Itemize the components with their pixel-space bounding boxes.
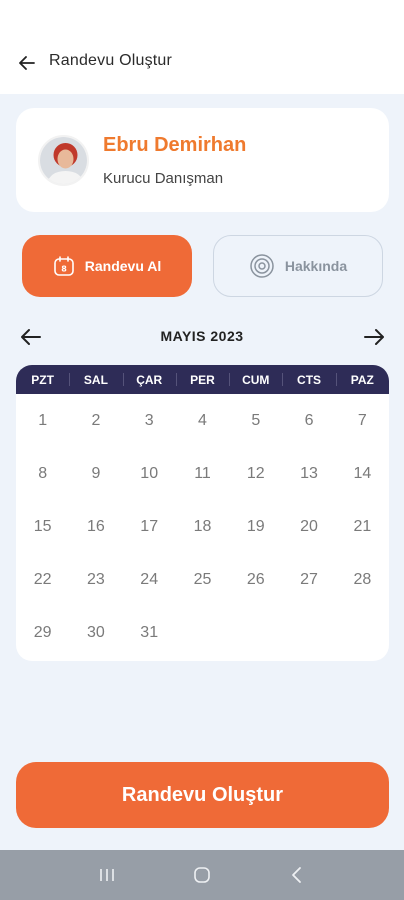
- arrow-right-icon: [364, 329, 384, 345]
- weekday-label: ÇAR: [122, 365, 176, 394]
- weekday-header: PZT SAL ÇAR PER CUM CTS PAZ: [16, 365, 389, 394]
- calendar-day[interactable]: 21: [336, 500, 389, 553]
- system-navigation-bar: [0, 850, 404, 900]
- calendar-day[interactable]: 16: [69, 500, 122, 553]
- calendar-day[interactable]: 14: [336, 447, 389, 500]
- consultant-profile-card: Ebru Demirhan Kurucu Danışman: [16, 108, 389, 212]
- info-icon: [250, 254, 274, 278]
- calendar-day[interactable]: 12: [229, 447, 282, 500]
- calendar-day[interactable]: 11: [176, 447, 229, 500]
- weekday-label: SAL: [69, 365, 122, 394]
- weekday-label: PER: [175, 365, 229, 394]
- calendar-day[interactable]: 25: [176, 553, 229, 606]
- calendar-day[interactable]: 8: [16, 447, 69, 500]
- recents-icon: [100, 869, 115, 881]
- calendar-day[interactable]: 27: [282, 553, 335, 606]
- calendar-day[interactable]: 19: [229, 500, 282, 553]
- next-month-button[interactable]: [361, 326, 387, 348]
- calendar-day[interactable]: 15: [16, 500, 69, 553]
- day-grid: 1 2 3 4 5 6 7 8 9 10 11 12 13 14 15 16 1…: [16, 394, 389, 659]
- calendar-day[interactable]: 1: [16, 394, 69, 447]
- calendar-icon: 8: [53, 256, 74, 276]
- calendar-day[interactable]: 17: [123, 500, 176, 553]
- calendar-day[interactable]: 9: [69, 447, 122, 500]
- calendar-day[interactable]: 4: [176, 394, 229, 447]
- calendar-day[interactable]: 29: [16, 606, 69, 659]
- calendar-day[interactable]: 3: [123, 394, 176, 447]
- calendar: PZT SAL ÇAR PER CUM CTS PAZ 1 2 3 4 5 6 …: [16, 365, 389, 661]
- calendar-day[interactable]: 18: [176, 500, 229, 553]
- calendar-day[interactable]: 22: [16, 553, 69, 606]
- recent-apps-button[interactable]: [93, 861, 121, 889]
- weekday-label: CUM: [229, 365, 282, 394]
- calendar-day[interactable]: 30: [69, 606, 122, 659]
- home-button[interactable]: [188, 861, 216, 889]
- svg-text:8: 8: [61, 265, 67, 274]
- arrow-left-icon: [19, 56, 35, 70]
- back-button[interactable]: [14, 50, 40, 76]
- calendar-day[interactable]: 6: [282, 394, 335, 447]
- system-back-button[interactable]: [283, 861, 311, 889]
- weekday-label: CTS: [282, 365, 335, 394]
- calendar-day[interactable]: 2: [69, 394, 122, 447]
- status-bar: [0, 0, 404, 40]
- weekday-label: PAZ: [335, 365, 389, 394]
- calendar-day[interactable]: 31: [123, 606, 176, 659]
- consultant-role: Kurucu Danışman: [103, 170, 224, 187]
- chevron-left-icon: [291, 867, 301, 883]
- calendar-day[interactable]: 23: [69, 553, 122, 606]
- calendar-day[interactable]: 10: [123, 447, 176, 500]
- create-appointment-button[interactable]: Randevu Oluştur: [16, 762, 389, 828]
- calendar-day[interactable]: 7: [336, 394, 389, 447]
- calendar-day[interactable]: 26: [229, 553, 282, 606]
- calendar-day[interactable]: 28: [336, 553, 389, 606]
- calendar-day[interactable]: 20: [282, 500, 335, 553]
- consultant-name: Ebru Demirhan: [103, 134, 247, 156]
- calendar-day[interactable]: 13: [282, 447, 335, 500]
- page-title: Randevu Oluştur: [49, 52, 173, 69]
- tab-hakkinda[interactable]: Hakkında: [213, 235, 383, 297]
- avatar: [38, 135, 89, 186]
- home-icon: [194, 867, 210, 883]
- tab-randevu-al[interactable]: 8 Randevu Al: [22, 235, 192, 297]
- month-label: MAYIS 2023: [160, 328, 244, 344]
- weekday-label: PZT: [31, 372, 54, 387]
- tab-label: Randevu Al: [84, 258, 162, 274]
- calendar-day[interactable]: 5: [229, 394, 282, 447]
- tab-label: Hakkında: [284, 258, 348, 274]
- top-app-bar: Randevu Oluştur: [0, 0, 404, 94]
- calendar-day[interactable]: 24: [123, 553, 176, 606]
